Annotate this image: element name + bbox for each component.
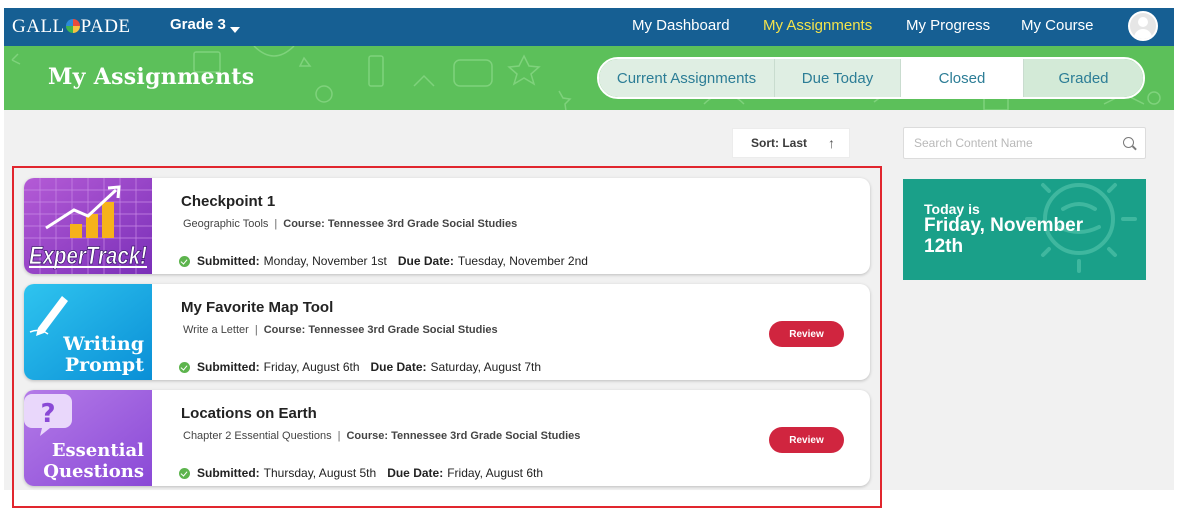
submitted-label: Submitted: — [197, 254, 260, 268]
check-circle-icon — [179, 255, 190, 267]
nav-my-assignments[interactable]: My Assignments — [763, 17, 872, 34]
submitted-label: Submitted: — [197, 466, 260, 480]
search-input[interactable] — [914, 128, 1114, 158]
assignment-meta: Geographic Tools | Course: Tennessee 3rd G… — [183, 218, 518, 230]
assignment-status: Submitted: Thursday, August 5th Due Date:… — [179, 466, 543, 480]
course-name: Tennessee 3rd Grade Social Studies — [391, 430, 581, 442]
writing-prompt-thumbnail: Writing Prompt — [24, 284, 152, 380]
question-mark-icon: ? — [40, 399, 55, 429]
assignment-meta: Chapter 2 Essential Questions | Course: Te… — [183, 430, 581, 442]
assignment-category: Write a Letter — [183, 324, 249, 336]
assignment-status: Submitted: Monday, November 1st Due Date:… — [179, 254, 588, 268]
check-circle-icon — [179, 361, 190, 373]
assignment-card[interactable]: ? Essential Questions Locations on Earth… — [24, 390, 870, 486]
logo-text-left: GALL — [12, 16, 65, 37]
search-box — [903, 127, 1146, 159]
course-name: Tennessee 3rd Grade Social Studies — [308, 324, 498, 336]
assignment-filter-tabs: Current Assignments Due Today Closed Gra… — [597, 57, 1145, 99]
course-name: Tennessee 3rd Grade Social Studies — [327, 218, 518, 230]
assignment-title[interactable]: My Favorite Map Tool — [181, 299, 333, 316]
submitted-date: Friday, August 6th — [263, 360, 360, 374]
essential-questions-thumbnail: ? Essential Questions — [24, 390, 152, 486]
search-icon[interactable] — [1123, 137, 1134, 148]
due-date: Saturday, August 7th — [430, 360, 542, 374]
submitted-date: Thursday, August 5th — [263, 466, 377, 480]
tab-due-today[interactable]: Due Today — [775, 59, 901, 97]
top-nav-bar: GALL PADE Grade 3 My Dashboard My Assignm… — [4, 8, 1174, 46]
thumb-writing-line2: Prompt — [65, 354, 144, 376]
globe-icon — [65, 19, 80, 33]
page-banner: My Assignments Current Assignments Due T… — [4, 46, 1174, 110]
due-label: Due Date: — [397, 254, 454, 268]
review-button[interactable]: Review — [769, 321, 844, 347]
tab-graded[interactable]: Graded — [1024, 59, 1143, 97]
sort-button[interactable]: Sort: Last ↑ — [732, 128, 850, 158]
nav-my-course[interactable]: My Course — [1021, 17, 1094, 34]
due-date: Tuesday, November 2nd — [457, 254, 588, 268]
user-avatar[interactable] — [1128, 11, 1158, 41]
today-widget: Today is Friday, November 12th — [903, 179, 1146, 280]
thumb-writing-line1: Writing — [62, 333, 144, 355]
page-title: My Assignments — [48, 64, 255, 90]
expertrack-thumbnail: ExperTrack! — [24, 178, 152, 274]
gallopade-logo[interactable]: GALL PADE — [12, 16, 131, 38]
grade-selector[interactable]: Grade 3 — [170, 16, 240, 33]
check-circle-icon — [179, 467, 190, 479]
caret-down-icon — [229, 27, 240, 33]
thumb-essential-line1: Essential — [52, 440, 144, 461]
assignment-meta: Write a Letter | Course: Tennessee 3rd Gra… — [183, 324, 498, 336]
assignment-title[interactable]: Checkpoint 1 — [181, 193, 275, 210]
today-date: Friday, November 12th — [924, 215, 1084, 257]
grade-label: Grade 3 — [170, 16, 226, 33]
thumb-expertrack-text: ExperTrack! — [29, 242, 147, 270]
assignment-category: Geographic Tools — [183, 218, 269, 230]
course-label: Course: — [283, 218, 325, 230]
thumb-essential-line2: Questions — [43, 461, 144, 482]
submitted-date: Monday, November 1st — [263, 254, 387, 268]
nav-my-progress[interactable]: My Progress — [906, 17, 990, 34]
due-label: Due Date: — [370, 360, 427, 374]
assignment-card[interactable]: Writing Prompt My Favorite Map Tool Writ… — [24, 284, 870, 380]
sort-label: Sort: Last — [751, 136, 808, 150]
logo-text-right: PADE — [80, 16, 131, 37]
due-label: Due Date: — [387, 466, 444, 480]
assignment-category: Chapter 2 Essential Questions — [183, 430, 332, 442]
arrow-up-icon: ↑ — [828, 135, 835, 151]
assignment-title[interactable]: Locations on Earth — [181, 405, 317, 422]
submitted-label: Submitted: — [197, 360, 260, 374]
tab-current-assignments[interactable]: Current Assignments — [599, 59, 775, 97]
course-label: Course: — [346, 430, 389, 442]
due-date: Friday, August 6th — [447, 466, 544, 480]
review-button[interactable]: Review — [769, 427, 844, 453]
course-label: Course: — [263, 324, 306, 336]
assignment-status: Submitted: Friday, August 6th Due Date: Sa… — [179, 360, 541, 374]
assignment-card[interactable]: ExperTrack! Checkpoint 1 Geographic Tool… — [24, 178, 870, 274]
nav-my-dashboard[interactable]: My Dashboard — [632, 17, 730, 34]
tab-closed[interactable]: Closed — [901, 59, 1024, 97]
